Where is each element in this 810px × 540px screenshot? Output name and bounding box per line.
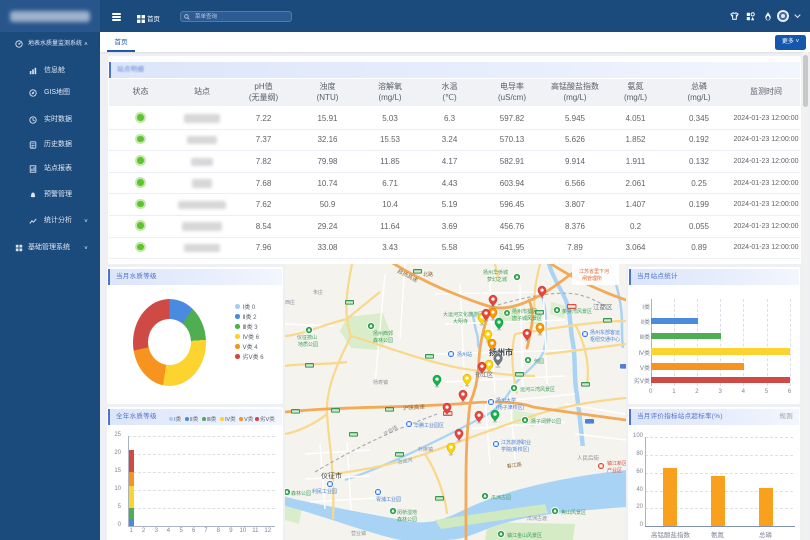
svg-text:大明寺: 大明寺 <box>453 318 468 325</box>
svg-text:梦幻之城: 梦幻之城 <box>487 276 507 283</box>
svg-text:扬州西郊: 扬州西郊 <box>373 330 393 337</box>
svg-text:胥浦工业园: 胥浦工业园 <box>376 496 401 503</box>
svg-text:江都区: 江都区 <box>593 303 613 311</box>
svg-text:北路: 北路 <box>423 271 433 278</box>
svg-text:运河三湾风景区: 运河三湾风景区 <box>520 386 555 393</box>
svg-text:扬州站: 扬州站 <box>457 351 472 358</box>
svg-text:扬州东部客运: 扬州东部客运 <box>590 329 620 336</box>
svg-text:仪征市: 仪征市 <box>321 471 342 480</box>
svg-text:华腾工业园区: 华腾工业园区 <box>414 422 444 429</box>
svg-text:森林公园: 森林公园 <box>373 337 393 344</box>
svg-text:瓜洲古渡: 瓜洲古渡 <box>527 515 547 522</box>
svg-text:唐子城风景区: 唐子城风景区 <box>512 315 542 322</box>
svg-text:扬州华侨城: 扬州华侨城 <box>483 269 508 276</box>
svg-text:森林公园: 森林公园 <box>291 490 311 497</box>
svg-text:仪征捺山: 仪征捺山 <box>297 334 317 341</box>
svg-text:江苏省里下河: 江苏省里下河 <box>579 268 609 275</box>
svg-text:扬子阔野公园: 扬子阔野公园 <box>531 418 561 425</box>
svg-text:西庄: 西庄 <box>285 299 295 306</box>
svg-text:扬州大学: 扬州大学 <box>496 397 516 404</box>
svg-text:镇江金山风景区: 镇江金山风景区 <box>507 532 542 539</box>
svg-text:利民工业园: 利民工业园 <box>312 488 337 495</box>
svg-text:森林公园: 森林公园 <box>397 516 417 523</box>
svg-text:大运河文化旅游区: 大运河文化旅游区 <box>443 311 483 318</box>
svg-text:产业区: 产业区 <box>607 467 622 474</box>
svg-text:人民后街: 人民后街 <box>577 454 600 462</box>
svg-text:镇江新区: 镇江新区 <box>607 460 626 467</box>
svg-text:朴席镇: 朴席镇 <box>418 446 433 453</box>
svg-text:地质公园: 地质公园 <box>298 341 318 348</box>
svg-text:枢纽交通中心: 枢纽交通中心 <box>590 336 620 343</box>
svg-text:瓜洲古园: 瓜洲古园 <box>491 494 511 501</box>
svg-text:(扬子津校区): (扬子津校区) <box>496 404 525 411</box>
svg-text:朱庄: 朱庄 <box>313 289 323 296</box>
svg-text:何园: 何园 <box>534 358 544 365</box>
svg-text:学院(新校区): 学院(新校区) <box>501 446 530 453</box>
svg-text:闵桥湿地: 闵桥湿地 <box>397 509 417 516</box>
svg-text:江苏旅游职业: 江苏旅游职业 <box>501 439 531 446</box>
svg-text:茱萸湾风景区: 茱萸湾风景区 <box>562 308 592 315</box>
svg-text:闸管理所: 闸管理所 <box>582 275 602 282</box>
svg-text:焦山风景区: 焦山风景区 <box>561 509 586 516</box>
svg-text:营业镇: 营业镇 <box>351 530 366 537</box>
svg-text:扬州市蜀冈: 扬州市蜀冈 <box>512 308 537 315</box>
svg-text:杨寿镇: 杨寿镇 <box>373 379 388 386</box>
